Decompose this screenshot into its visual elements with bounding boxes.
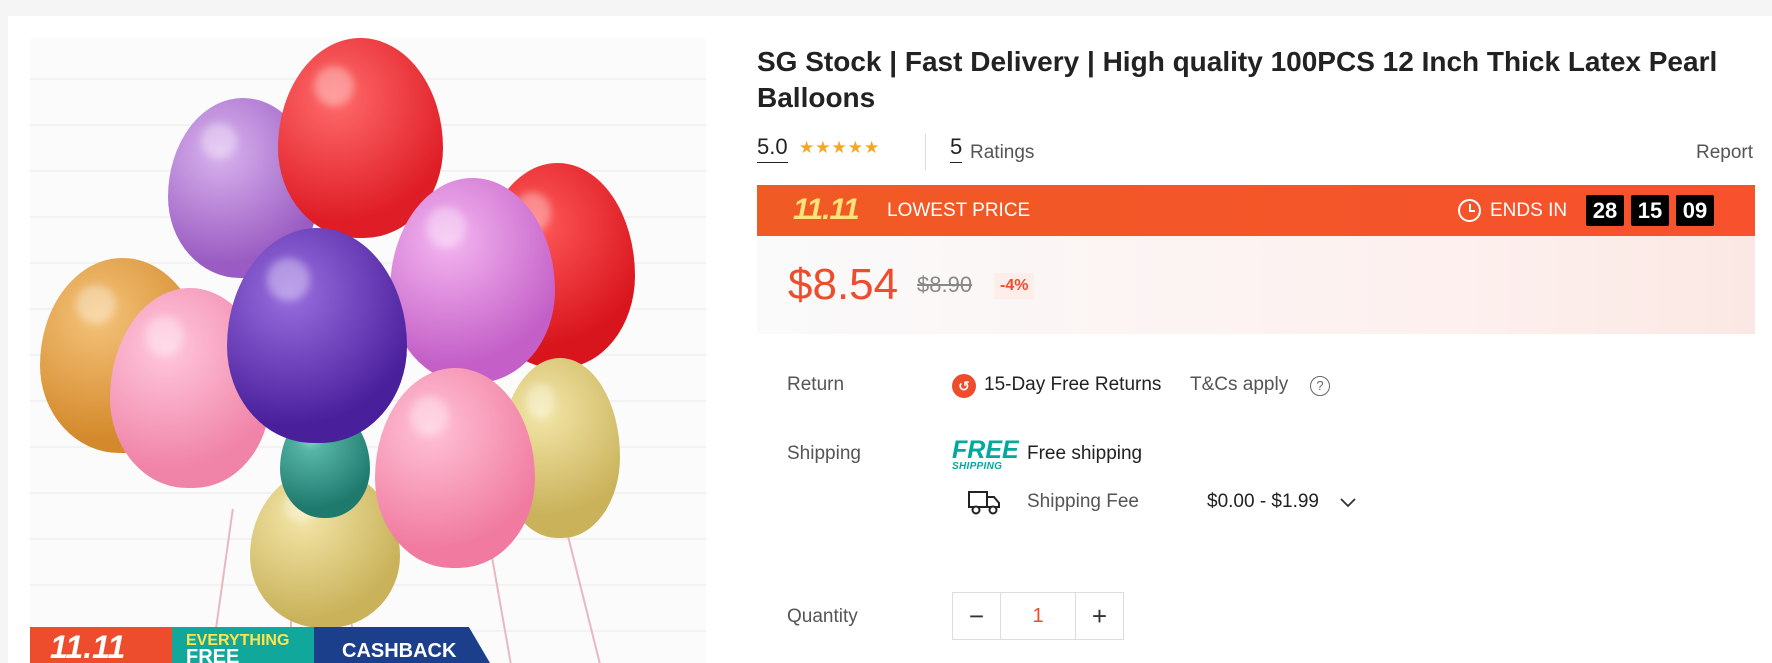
discount-badge: -4% (994, 273, 1035, 299)
tcs-link[interactable]: T&Cs apply (1190, 374, 1288, 396)
quantity-stepper: − 1 + (952, 592, 1124, 640)
current-price: $8.54 (788, 260, 899, 309)
promo-banner: 11.11 EVERYTHING FREE CASHBACK (30, 627, 490, 663)
divider (925, 134, 926, 170)
product-image[interactable] (30, 38, 706, 663)
free-shipping-text: Free shipping (1027, 443, 1143, 464)
return-label: Return (787, 374, 845, 395)
shipping-fee-label: Shipping Fee (1027, 491, 1139, 512)
promo-free-text: FREE (186, 646, 240, 663)
balloon-purple (227, 228, 407, 443)
help-icon[interactable]: ? (1310, 376, 1330, 396)
clock-icon (1458, 199, 1481, 222)
decrease-quantity-button[interactable]: − (953, 593, 1001, 639)
promo-1111: 11.11 (30, 627, 172, 663)
ratings-count[interactable]: 5 (950, 134, 963, 163)
flash-sale-label: LOWEST PRICE (887, 200, 1031, 221)
quantity-label: Quantity (787, 606, 858, 627)
free-shipping-icon: FREE SHIPPING (952, 436, 1019, 474)
quantity-input[interactable]: 1 (1001, 593, 1075, 639)
product-title: SG Stock | Fast Delivery | High quality … (757, 46, 1718, 113)
free-shipping-logo-big: FREE (952, 436, 1019, 464)
truck-icon (968, 491, 1000, 515)
promo-cashback: CASHBACK (314, 627, 490, 663)
ends-in-label: ENDS IN (1490, 200, 1568, 221)
chevron-down-icon[interactable] (1338, 492, 1358, 512)
star-rating-icon: ★★★★★ (799, 138, 881, 157)
flash-sale-bar: 11.11 LOWEST PRICE ENDS IN 28 15 09 (757, 185, 1755, 236)
increase-quantity-button[interactable]: + (1075, 593, 1123, 639)
ratings-label: Ratings (970, 142, 1035, 163)
return-policy-text[interactable]: 15-Day Free Returns (984, 374, 1161, 396)
countdown-seconds: 09 (1676, 195, 1714, 226)
countdown-hours: 28 (1586, 195, 1624, 226)
original-price: $8.90 (917, 272, 973, 297)
shipping-label: Shipping (787, 443, 861, 464)
countdown-minutes: 15 (1631, 195, 1669, 226)
flash-sale-logo: 11.11 (793, 193, 860, 226)
shipping-fee-value[interactable]: $0.00 - $1.99 (1207, 491, 1319, 513)
report-link[interactable]: Report (1696, 142, 1753, 164)
rating-value[interactable]: 5.0 (757, 134, 788, 163)
price-panel: $8.54 $8.90 -4% (757, 236, 1755, 334)
promo-everything-free: EVERYTHING FREE (172, 627, 314, 663)
rating-row: 5.0 ★★★★★ 5 Ratings Report (757, 134, 1755, 170)
return-arrow-icon: ↺ (952, 374, 976, 398)
